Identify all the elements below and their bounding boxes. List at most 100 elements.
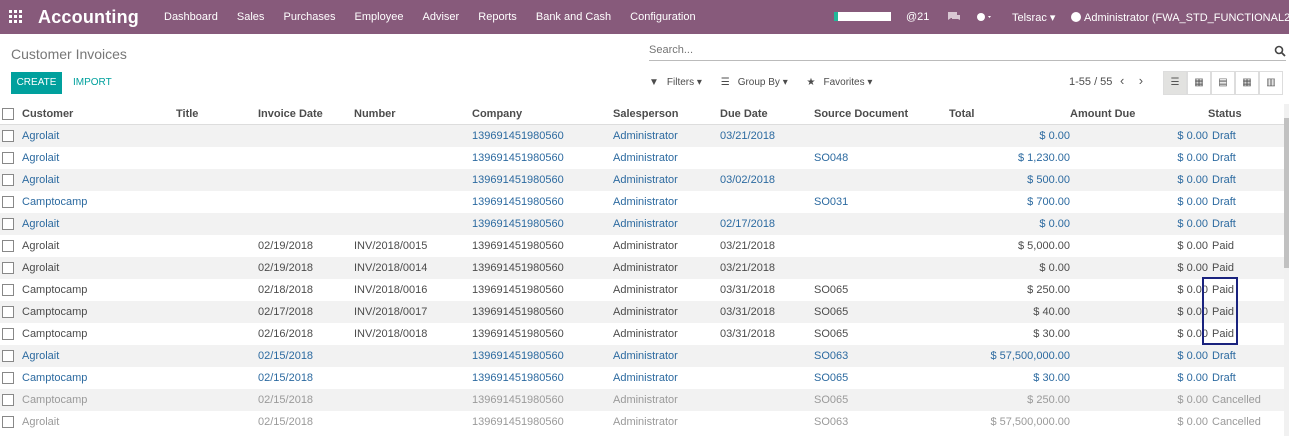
invoice-date-cell: 02/19/2018 [258,240,314,252]
row-checkbox[interactable] [0,301,22,323]
row-checkbox[interactable] [0,235,22,257]
invoice-date-cell [258,147,354,169]
table-row[interactable]: Agrolait 02/19/2018 INV/2018/0015 139691451… [0,235,1284,257]
col-amount-due[interactable]: Amount Due [1070,104,1208,125]
table-row[interactable]: Agrolait 139691451980560 Administrator 03/2… [0,124,1284,148]
row-checkbox[interactable] [0,411,22,433]
table-row[interactable]: Agrolait 139691451980560 Administrator SO04… [0,147,1284,169]
menu-adviser[interactable]: Adviser [423,11,460,23]
salesperson-cell: Administrator [613,174,678,186]
row-checkbox[interactable] [0,125,22,148]
title-cell [176,301,258,323]
table-row[interactable]: Camptocamp 02/16/2018 INV/2018/0018 1396914… [0,323,1284,345]
col-invoice-date[interactable]: Invoice Date [258,104,354,125]
row-checkbox[interactable] [0,367,22,389]
company-switcher[interactable]: Telsrac ▾ [1012,11,1055,24]
amount-due-cell: $ 0.00 [1177,372,1208,384]
table-row[interactable]: Agrolait 02/15/2018 139691451980560 Adminis… [0,411,1284,433]
col-title[interactable]: Title [176,104,258,125]
invoice-date-cell: 02/17/2018 [258,306,314,318]
salesperson-cell: Administrator [613,262,678,274]
pivot-view-icon[interactable]: ▦ [1235,71,1259,95]
col-source-document[interactable]: Source Document [814,104,949,125]
table-row[interactable]: Agrolait 02/19/2018 INV/2018/0014 139691451… [0,257,1284,279]
total-cell: $ 57,500,000.00 [990,350,1070,362]
import-button[interactable]: IMPORT [73,77,112,88]
table-row[interactable]: Camptocamp 02/15/2018 139691451980560 Admin… [0,389,1284,411]
messages-counter[interactable]: @21 [906,11,929,23]
row-checkbox[interactable] [0,169,22,191]
invoice-date-cell: 02/18/2018 [258,284,314,296]
customer-cell: Agrolait [22,262,60,274]
filters-dropdown[interactable]: ▼ Filters ▾ [649,77,710,88]
menu-bank-and-cash[interactable]: Bank and Cash [536,11,611,23]
kanban-view-icon[interactable]: ▦ [1187,71,1211,95]
source-document-cell: SO031 [814,196,849,208]
amount-due-cell: $ 0.00 [1177,196,1208,208]
table-row[interactable]: Agrolait 02/15/2018 139691451980560 Adminis… [0,345,1284,367]
row-checkbox[interactable] [0,323,22,345]
app-title: Accounting [38,7,139,27]
row-checkbox[interactable] [0,345,22,367]
menu-configuration[interactable]: Configuration [630,11,695,23]
row-checkbox[interactable] [0,257,22,279]
menu-dashboard[interactable]: Dashboard [164,11,218,23]
row-checkbox[interactable] [0,389,22,411]
col-salesperson[interactable]: Salesperson [613,104,720,125]
menu-sales[interactable]: Sales [237,11,265,23]
salesperson-cell: Administrator [613,372,678,384]
company-cell: 139691451980560 [472,174,564,186]
calendar-view-icon[interactable]: ▤ [1211,71,1235,95]
user-menu[interactable]: Administrator (FWA_STD_FUNCTIONAL2) ▾ [1071,11,1289,24]
select-all-checkbox[interactable] [0,104,22,125]
page-title: Customer Invoices [11,46,127,62]
number-cell [354,345,472,367]
amount-due-cell: $ 0.00 [1177,350,1208,362]
groupby-dropdown[interactable]: ☰ Group By ▾ [721,77,796,88]
search-icon[interactable] [1274,45,1286,60]
menu-purchases[interactable]: Purchases [283,11,335,23]
menu-employee[interactable]: Employee [355,11,404,23]
pager-value[interactable]: 1-55 / 55 [1069,76,1112,88]
col-status[interactable]: Status [1208,104,1284,125]
chevron-right-icon[interactable]: › [1139,73,1143,88]
number-cell: INV/2018/0014 [354,262,428,274]
col-customer[interactable]: Customer [22,104,176,125]
col-total[interactable]: Total [949,104,1070,125]
favorites-label: Favorites ▾ [823,77,873,88]
due-date-cell [720,345,814,367]
menu-reports[interactable]: Reports [478,11,517,23]
number-cell: INV/2018/0016 [354,284,428,296]
graph-view-icon[interactable]: ▥ [1259,71,1283,95]
col-due-date[interactable]: Due Date [720,104,814,125]
chevron-left-icon[interactable]: ‹ [1120,73,1124,88]
amount-due-cell: $ 0.00 [1177,262,1208,274]
bug-icon[interactable] [975,11,993,25]
chat-icon[interactable] [947,11,961,25]
scrollbar-thumb[interactable] [1284,118,1289,268]
table-row[interactable]: Camptocamp 139691451980560 Administrator SO… [0,191,1284,213]
table-row[interactable]: Agrolait 139691451980560 Administrator 02/1… [0,213,1284,235]
table-row[interactable]: Agrolait 139691451980560 Administrator 03/0… [0,169,1284,191]
amount-due-cell: $ 0.00 [1177,416,1208,428]
scrollbar[interactable] [1284,104,1289,436]
col-company[interactable]: Company [472,104,613,125]
row-checkbox[interactable] [0,213,22,235]
due-date-cell: 03/31/2018 [720,328,776,340]
create-button[interactable]: CREATE [11,72,62,94]
source-document-cell [814,213,949,235]
favorites-dropdown[interactable]: ★ Favorites ▾ [807,77,881,88]
table-row[interactable]: Camptocamp 02/17/2018 INV/2018/0017 1396914… [0,301,1284,323]
table-row[interactable]: Camptocamp 02/18/2018 INV/2018/0016 1396914… [0,279,1284,301]
row-checkbox[interactable] [0,279,22,301]
search-input[interactable] [649,44,1259,56]
salesperson-cell: Administrator [613,306,678,318]
due-date-cell [720,389,814,411]
apps-grid-icon[interactable] [9,10,23,24]
amount-due-cell: $ 0.00 [1177,218,1208,230]
row-checkbox[interactable] [0,191,22,213]
table-row[interactable]: Camptocamp 02/15/2018 139691451980560 Admin… [0,367,1284,389]
list-view-icon[interactable]: ☰ [1163,71,1187,95]
row-checkbox[interactable] [0,147,22,169]
col-number[interactable]: Number [354,104,472,125]
